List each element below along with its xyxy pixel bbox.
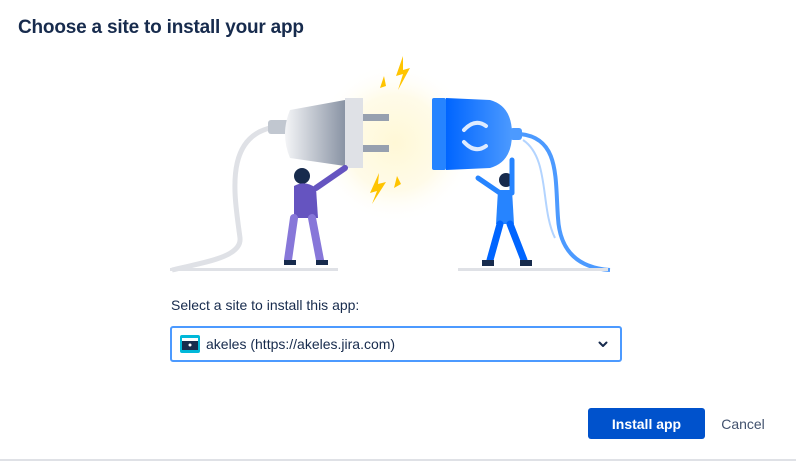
site-select-value: akeles (https://akeles.jira.com) — [206, 336, 396, 352]
blue-cable — [519, 132, 611, 272]
gray-cable — [171, 123, 286, 273]
person-right — [475, 157, 532, 266]
plug-illustration — [170, 56, 611, 273]
install-app-button[interactable]: Install app — [588, 408, 705, 439]
site-select[interactable]: akeles (https://akeles.jira.com) — [170, 326, 622, 362]
site-avatar-icon — [180, 335, 200, 353]
confluence-plug-icon — [432, 98, 522, 170]
site-select-label: Select a site to install this app: — [171, 297, 360, 313]
install-app-dialog: Choose a site to install your app Select… — [0, 0, 796, 461]
dialog-title: Choose a site to install your app — [18, 17, 304, 38]
cancel-button[interactable]: Cancel — [712, 408, 774, 439]
chevron-down-icon — [598, 341, 608, 347]
